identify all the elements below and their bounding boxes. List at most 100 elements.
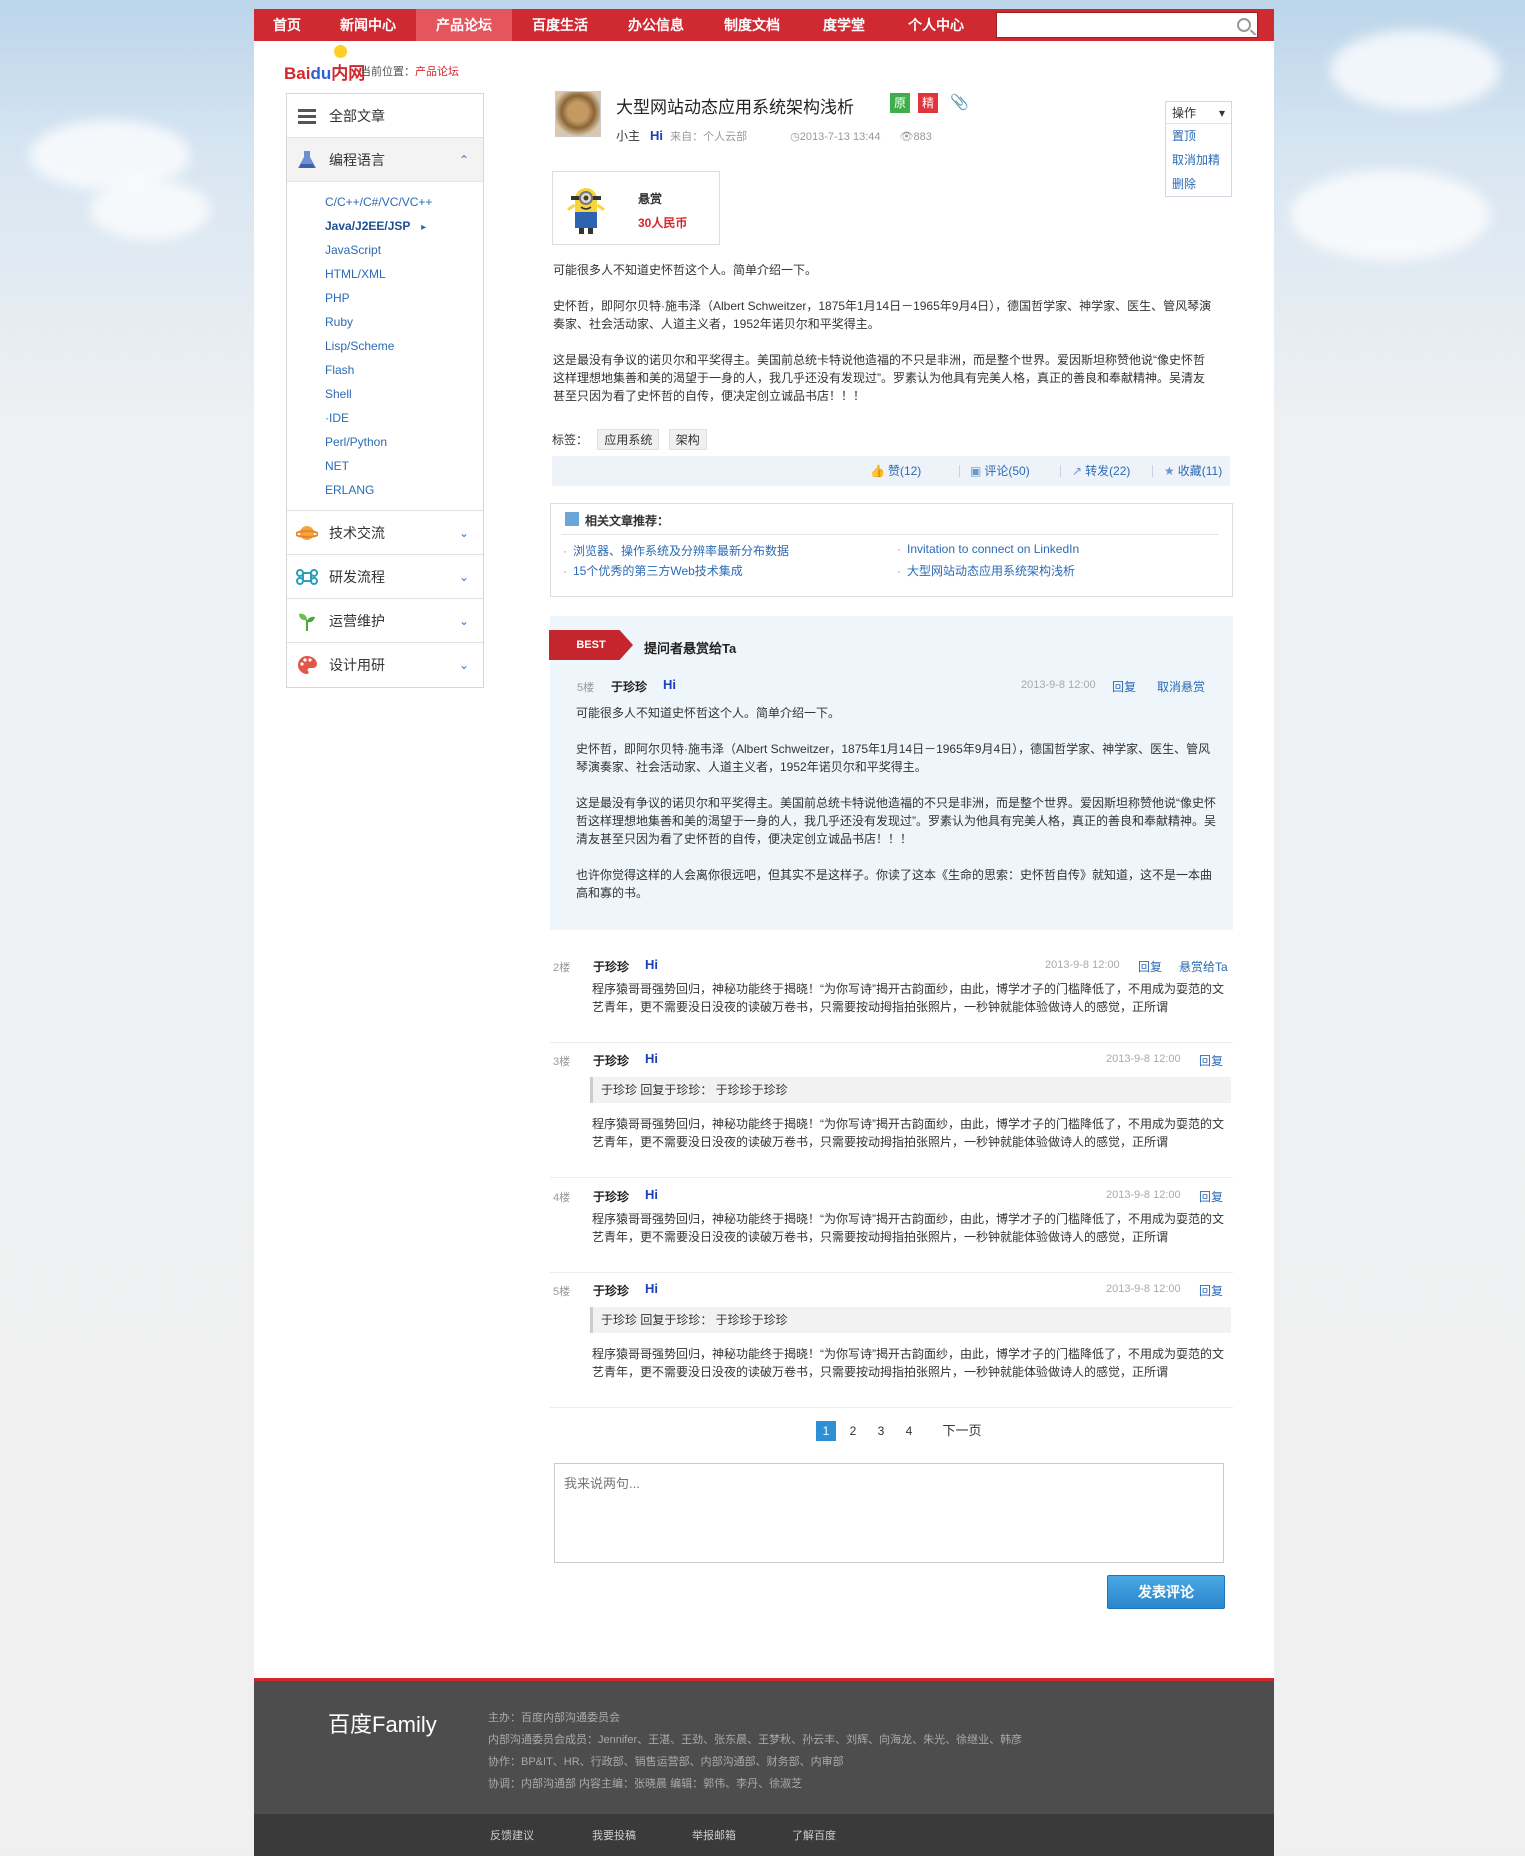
hi-icon[interactable]: Hi (645, 1187, 658, 1202)
tag[interactable]: 架构 (668, 429, 707, 450)
sidebar-item-lang[interactable]: 编程语言 ⌃ (287, 138, 483, 182)
give-reward-link[interactable]: 悬赏给Ta (1179, 958, 1228, 975)
reply-link[interactable]: 回复 (1112, 678, 1136, 695)
sidebar-item-flow[interactable]: 研发流程 ⌄ (287, 555, 483, 599)
nav-item-news[interactable]: 新闻中心 (320, 9, 416, 41)
hi-icon[interactable]: Hi (645, 1281, 658, 1296)
author-name[interactable]: 小主 (616, 129, 640, 143)
nav-item-home[interactable]: 首页 (254, 9, 320, 41)
sidebar-subitem[interactable]: ·IDE (287, 406, 483, 430)
floor-number: 3楼 (553, 1056, 571, 1068)
reply-link[interactable]: 回复 (1138, 958, 1162, 975)
sidebar-item-label: 运营维护 (329, 613, 385, 629)
hi-icon[interactable]: Hi (645, 957, 658, 972)
sidebar-subitem[interactable]: ERLANG (287, 478, 483, 502)
reply-text: 程序猿哥哥强势回归，神秘功能终于揭晓！“为你写诗”揭开古韵面纱，由此，博学才子的… (592, 982, 1224, 1014)
sidebar-subitem[interactable]: Lisp/Scheme (287, 334, 483, 358)
related-articles: 相关文章推荐： 浏览器、操作系统及分辨率最新分布数据 Invitation to… (550, 503, 1233, 597)
article-title: 大型网站动态应用系统架构浅析 (616, 98, 854, 117)
sidebar-item-design[interactable]: 设计用研 ⌄ (287, 643, 483, 687)
sidebar-subitem[interactable]: PHP (287, 286, 483, 310)
cloud-decoration (90, 180, 210, 240)
article-paragraph: 这是最没有争议的诺贝尔和平奖得主。美国前总统卡特说他造福的不只是非洲，而是整个世… (553, 353, 1206, 403)
sidebar-subitem[interactable]: Shell (287, 382, 483, 406)
related-link[interactable]: 浏览器、操作系统及分辨率最新分布数据 (563, 542, 789, 559)
submit-comment-button[interactable]: 发表评论 (1107, 1575, 1225, 1609)
ops-dropdown-toggle[interactable]: 操作 (1166, 102, 1231, 124)
sidebar-item-all[interactable]: 全部文章 (287, 94, 483, 138)
footer-link-report[interactable]: 举报邮箱 (692, 1814, 736, 1856)
sidebar-subitem[interactable]: HTML/XML (287, 262, 483, 286)
hi-icon[interactable]: Hi (663, 677, 676, 692)
search-input[interactable] (997, 13, 1222, 37)
reply-date: 2013-9-8 12:00 (1045, 959, 1120, 971)
author-avatar[interactable] (555, 91, 601, 137)
nav-item-docs[interactable]: 制度文档 (704, 9, 800, 41)
tag[interactable]: 应用系统 (597, 429, 660, 450)
forward-button[interactable]: ↗ 转发(22) (1072, 456, 1130, 486)
nav-item-school[interactable]: 度学堂 (800, 9, 888, 41)
page-1[interactable]: 1 (816, 1421, 836, 1441)
search-icon[interactable] (1237, 18, 1251, 32)
sidebar-subitem[interactable]: NET (287, 454, 483, 478)
favorite-button[interactable]: ★ 收藏(11) (1164, 456, 1222, 486)
footer-info: 主办：百度内部沟通委员会 内部沟通委员会成员：Jennifer、王湛、王劲、张东… (488, 1707, 1022, 1795)
reply-username[interactable]: 于珍珍 (593, 958, 629, 975)
sidebar-item-label: 设计用研 (329, 657, 385, 673)
hi-icon[interactable]: Hi (650, 128, 663, 143)
comment-button[interactable]: ▣ 评论(50) (970, 456, 1030, 486)
reply-quote: 于珍珍 回复于珍珍： 于珍珍于珍珍 (590, 1307, 1231, 1333)
attachment-icon[interactable]: 📎 (950, 93, 969, 111)
cancel-reward-link[interactable]: 取消悬赏 (1157, 678, 1205, 695)
footer-link-submit[interactable]: 我要投稿 (592, 1814, 636, 1856)
sidebar-subitem[interactable]: Ruby (287, 310, 483, 334)
footer-link-about[interactable]: 了解百度 (792, 1814, 836, 1856)
related-link[interactable]: 大型网站动态应用系统架构浅析 (897, 562, 1075, 579)
sidebar-item-tech[interactable]: 技术交流 ⌄ (287, 511, 483, 555)
reply-link[interactable]: 回复 (1199, 1188, 1223, 1205)
floor-number: 5楼 (577, 682, 595, 694)
reply-username[interactable]: 于珍珍 (611, 678, 647, 695)
footer-link-feedback[interactable]: 反馈建议 (490, 1814, 534, 1856)
cloud-decoration (1290, 170, 1490, 260)
related-link[interactable]: Invitation to connect on LinkedIn (897, 542, 1079, 556)
tags-label: 标签： (552, 433, 589, 447)
nav-item-office[interactable]: 办公信息 (608, 9, 704, 41)
nav-item-life[interactable]: 百度生活 (512, 9, 608, 41)
baidu-logo[interactable]: Baidu内网 (284, 59, 365, 84)
ops-item-unfeature[interactable]: 取消加精 (1166, 148, 1231, 172)
page-2[interactable]: 2 (843, 1421, 863, 1441)
sidebar-item-ops[interactable]: 运营维护 ⌄ (287, 599, 483, 643)
flask-icon (298, 151, 316, 168)
reply-link[interactable]: 回复 (1199, 1052, 1223, 1069)
reply-username[interactable]: 于珍珍 (593, 1188, 629, 1205)
page-4[interactable]: 4 (899, 1421, 919, 1441)
reply-username[interactable]: 于珍珍 (593, 1052, 629, 1069)
comment-input[interactable] (554, 1463, 1224, 1563)
floor-number: 5楼 (553, 1286, 571, 1298)
related-link[interactable]: 15个优秀的第三方Web技术集成 (563, 562, 743, 579)
sidebar-item-label: 研发流程 (329, 569, 385, 585)
divider (1152, 465, 1153, 477)
clock-icon: ◷ (790, 131, 800, 143)
sidebar-subitem-selected[interactable]: Java/J2EE/JSP (287, 214, 483, 238)
nav-item-personal[interactable]: 个人中心 (888, 9, 984, 41)
sidebar-subitem[interactable]: C/C++/C#/VC/VC++ (287, 190, 483, 214)
nav-item-forum[interactable]: 产品论坛 (416, 9, 512, 41)
reply-link[interactable]: 回复 (1199, 1282, 1223, 1299)
tag-row: 标签： 应用系统 架构 (552, 429, 707, 450)
page-3[interactable]: 3 (871, 1421, 891, 1441)
breadcrumb-current[interactable]: 产品论坛 (415, 66, 459, 78)
ops-item-delete[interactable]: 删除 (1166, 172, 1231, 196)
sidebar-subitem[interactable]: Flash (287, 358, 483, 382)
next-page[interactable]: 下一页 (937, 1421, 987, 1441)
ops-item-pin[interactable]: 置顶 (1166, 124, 1231, 148)
chevron-up-icon: ⌃ (458, 153, 469, 167)
hi-icon[interactable]: Hi (645, 1051, 658, 1066)
footer-line: 协作：BP&IT、HR、行政部、销售运营部、内部沟通部、财务部、内审部 (488, 1756, 844, 1768)
reply-text: 程序猿哥哥强势回归，神秘功能终于揭晓！“为你写诗”揭开古韵面纱，由此，博学才子的… (592, 1212, 1224, 1244)
like-button[interactable]: 👍 赞(12) (870, 456, 921, 486)
reply-username[interactable]: 于珍珍 (593, 1282, 629, 1299)
sidebar-subitem[interactable]: Perl/Python (287, 430, 483, 454)
sidebar-subitem[interactable]: JavaScript (287, 238, 483, 262)
